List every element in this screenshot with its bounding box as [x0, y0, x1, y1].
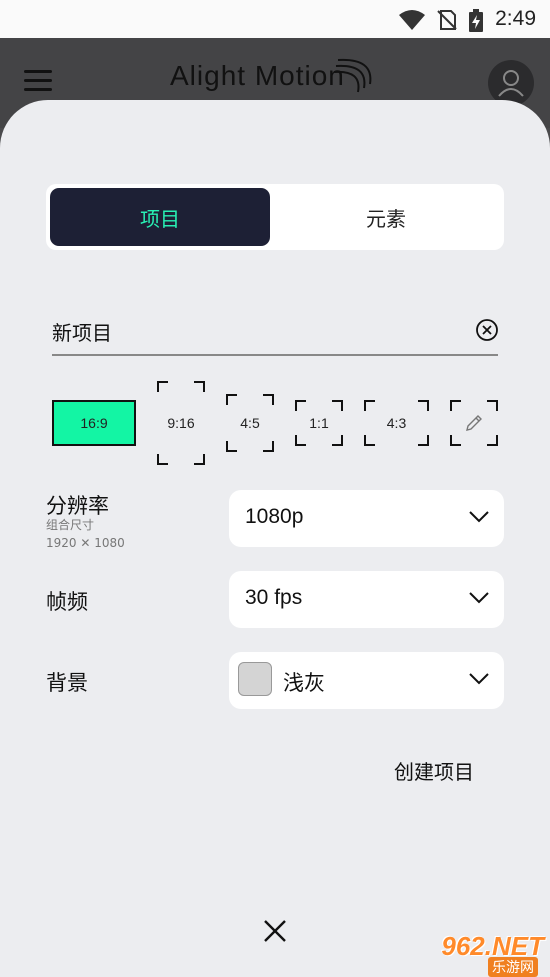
ratio-label: 16:9: [80, 415, 108, 431]
ratio-custom[interactable]: [450, 400, 498, 446]
watermark: 962.NET 乐游网: [414, 931, 544, 977]
ratio-label: 9:16: [167, 415, 195, 431]
background-label: 背景: [46, 671, 88, 695]
ratio-16-9[interactable]: 16:9: [52, 400, 136, 446]
ratio-4-3[interactable]: 4:3: [364, 400, 429, 446]
frame-rate-dropdown[interactable]: 30 fps: [229, 571, 504, 628]
ratio-label: 4:5: [240, 415, 260, 431]
resolution-dropdown[interactable]: 1080p: [229, 490, 504, 547]
tab-project[interactable]: 项目: [50, 188, 270, 246]
no-sim-icon: [437, 10, 457, 30]
ratio-label: 4:3: [386, 415, 407, 431]
status-bar: 2:49: [0, 0, 550, 38]
app-logo: Alight Motion: [170, 60, 345, 91]
close-icon[interactable]: [262, 918, 288, 944]
tab-elements[interactable]: 元素: [272, 188, 500, 246]
ratio-1-1[interactable]: 1:1: [295, 400, 343, 446]
pencil-icon: [466, 415, 482, 431]
create-project-button[interactable]: 创建项目: [394, 756, 474, 785]
project-name-input[interactable]: [52, 314, 452, 348]
resolution-value: 1080p: [245, 505, 304, 528]
background-dropdown[interactable]: 浅灰: [229, 652, 504, 709]
clear-icon[interactable]: [476, 319, 498, 341]
color-swatch: [238, 662, 272, 696]
resolution-dimensions: 1920 ✕ 1080: [46, 536, 125, 550]
status-time: 2:49: [495, 7, 536, 30]
background-value: 浅灰: [283, 672, 325, 695]
ratio-4-5[interactable]: 4:5: [226, 394, 274, 452]
chevron-down-icon: [469, 673, 489, 685]
type-segmented-control: 项目 元素: [46, 184, 504, 250]
wifi-icon: [399, 10, 425, 30]
project-name-field: [52, 310, 498, 356]
menu-icon[interactable]: [24, 70, 52, 92]
new-project-sheet: 项目 元素 16:9 9:16 4:5 1:1 4:3 分辨率 组: [0, 100, 550, 977]
chevron-down-icon: [469, 592, 489, 604]
watermark-sub: 乐游网: [488, 957, 538, 977]
frame-rate-label: 帧频: [46, 590, 88, 614]
ratio-9-16[interactable]: 9:16: [157, 381, 205, 465]
battery-charging-icon: [469, 9, 483, 32]
ratio-label: 1:1: [309, 415, 329, 431]
logo-swirl-icon: [333, 58, 372, 93]
chevron-down-icon: [469, 511, 489, 523]
frame-rate-value: 30 fps: [245, 586, 303, 609]
resolution-sub-label: 组合尺寸: [46, 518, 95, 532]
